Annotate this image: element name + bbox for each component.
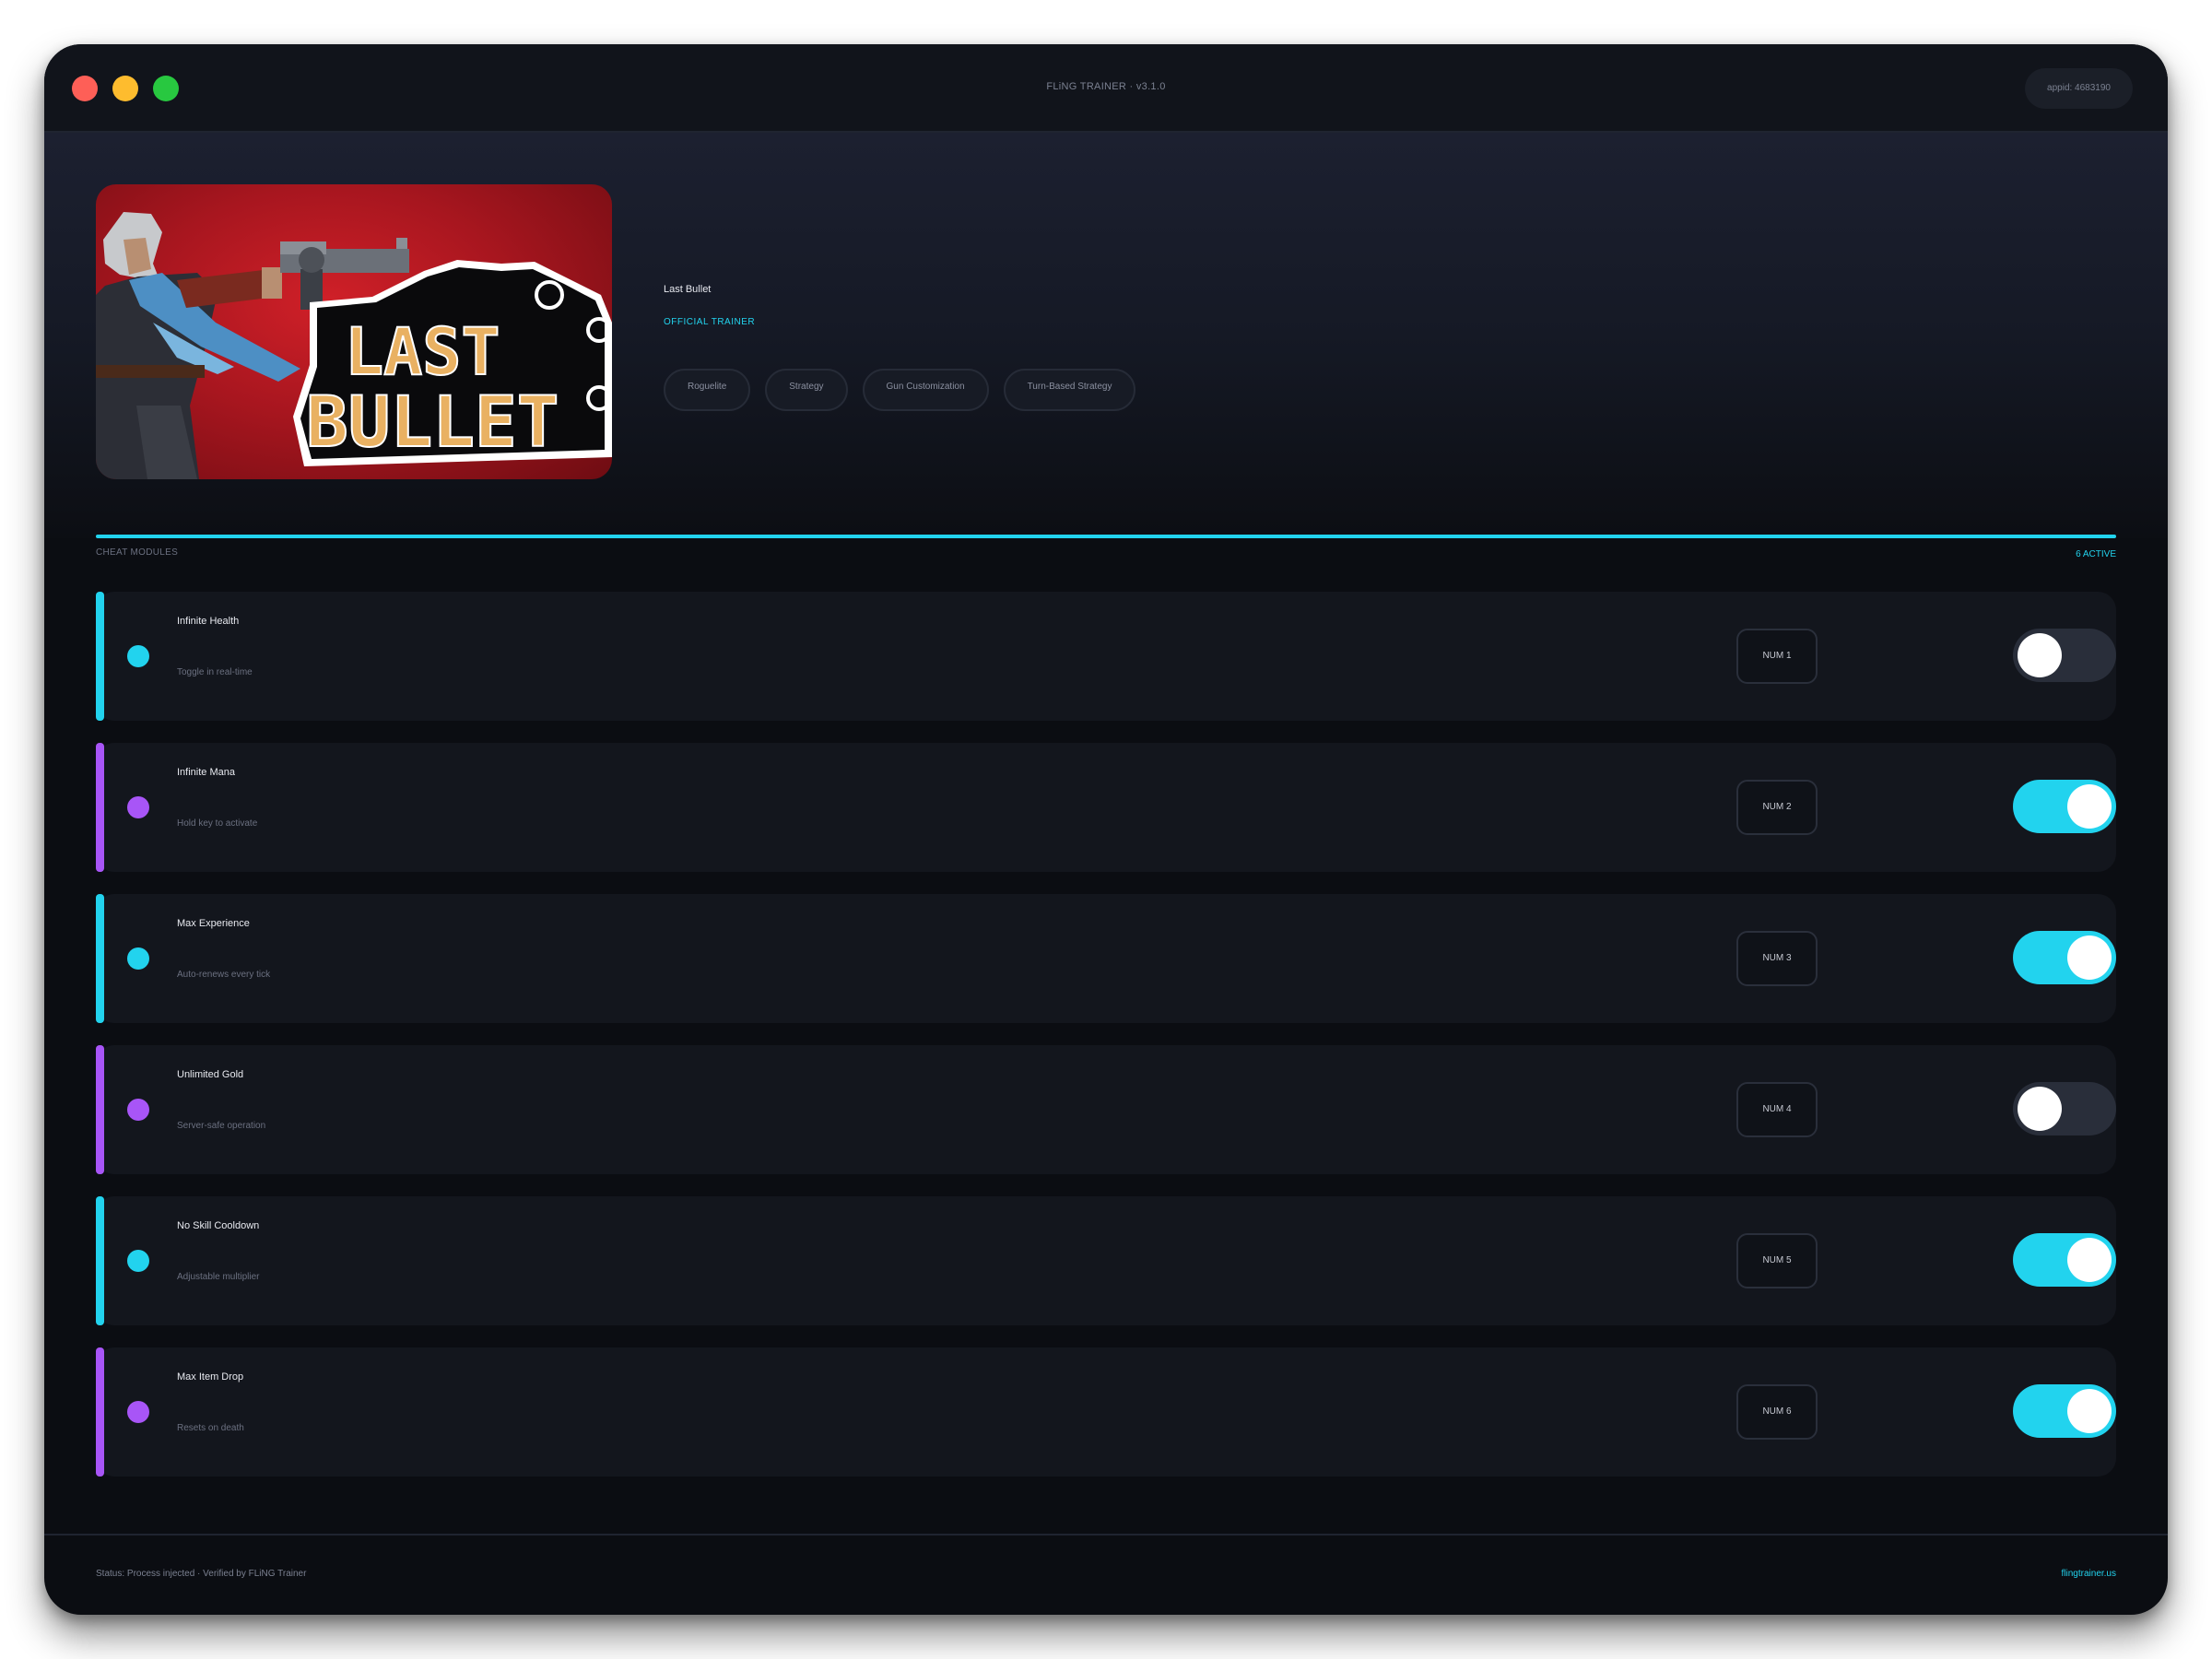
section-title: CHEAT MODULES	[96, 547, 179, 558]
section-divider	[96, 535, 2116, 538]
module-name: Max Item Drop	[177, 1371, 244, 1382]
accent-bar	[96, 1347, 104, 1477]
module-description: Toggle in real-time	[177, 667, 253, 677]
tag-roguelite[interactable]: Roguelite	[664, 369, 751, 411]
status-dot	[127, 1099, 149, 1121]
module-description: Auto-renews every tick	[177, 970, 271, 980]
cover-logo-line1: LAST	[345, 314, 500, 390]
module-toggle[interactable]	[2013, 629, 2116, 682]
hotkey-badge[interactable]: NUM 2	[1736, 780, 1818, 835]
module-row: Infinite Mana Hold key to activate NUM 2	[96, 743, 2116, 872]
status-footer: Status: Process injected · Verified by F…	[44, 1534, 2168, 1615]
cheat-module-list: Infinite Health Toggle in real-time NUM …	[96, 592, 2116, 1499]
module-name: Infinite Health	[177, 616, 240, 627]
module-description: Adjustable multiplier	[177, 1272, 260, 1282]
toggle-knob	[2018, 1087, 2062, 1131]
module-name: Max Experience	[177, 918, 250, 929]
hotkey-badge[interactable]: NUM 3	[1736, 931, 1818, 986]
status-dot	[127, 796, 149, 818]
window-title: FLiNG TRAINER · v3.1.0	[1046, 81, 1166, 92]
active-count: 6 ACTIVE	[2076, 549, 2116, 559]
module-row: Unlimited Gold Server-safe operation NUM…	[96, 1045, 2116, 1174]
hotkey-badge[interactable]: NUM 5	[1736, 1233, 1818, 1288]
tag-strategy[interactable]: Strategy	[765, 369, 848, 411]
module-name: Infinite Mana	[177, 767, 235, 778]
hotkey-badge[interactable]: NUM 1	[1736, 629, 1818, 684]
genre-tags: Roguelite Strategy Gun Customization Tur…	[664, 369, 1136, 411]
appid-badge: appid: 4683190	[2025, 68, 2133, 109]
module-row: Infinite Health Toggle in real-time NUM …	[96, 592, 2116, 721]
game-cover-art: LAST BULLET	[96, 184, 612, 479]
toggle-knob	[2067, 1238, 2112, 1282]
status-text: Status: Process injected · Verified by F…	[96, 1569, 307, 1579]
game-title: Last Bullet	[664, 284, 712, 295]
titlebar: FLiNG TRAINER · v3.1.0 appid: 4683190	[44, 44, 2168, 133]
module-row: Max Item Drop Resets on death NUM 6	[96, 1347, 2116, 1477]
tag-gun-customization[interactable]: Gun Customization	[862, 369, 989, 411]
cover-logo-line2: BULLET	[306, 381, 559, 463]
accent-bar	[96, 743, 104, 872]
module-name: No Skill Cooldown	[177, 1220, 260, 1231]
toggle-knob	[2018, 633, 2062, 677]
status-dot	[127, 1401, 149, 1423]
hotkey-badge[interactable]: NUM 4	[1736, 1082, 1818, 1137]
toggle-knob	[2067, 935, 2112, 980]
accent-bar	[96, 592, 104, 721]
module-name: Unlimited Gold	[177, 1069, 244, 1080]
module-description: Hold key to activate	[177, 818, 258, 829]
tag-turn-based-strategy[interactable]: Turn-Based Strategy	[1003, 369, 1136, 411]
trainer-window: FLiNG TRAINER · v3.1.0 appid: 4683190 LA…	[44, 44, 2168, 1615]
module-row: No Skill Cooldown Adjustable multiplier …	[96, 1196, 2116, 1325]
module-toggle[interactable]	[2013, 1384, 2116, 1438]
module-description: Resets on death	[177, 1423, 244, 1433]
status-dot	[127, 947, 149, 970]
status-dot	[127, 1250, 149, 1272]
module-toggle[interactable]	[2013, 1082, 2116, 1135]
module-toggle[interactable]	[2013, 931, 2116, 984]
module-toggle[interactable]	[2013, 1233, 2116, 1287]
status-dot	[127, 645, 149, 667]
hotkey-badge[interactable]: NUM 6	[1736, 1384, 1818, 1440]
accent-bar	[96, 1045, 104, 1174]
gunslinger-illustration: LAST BULLET	[96, 212, 612, 479]
module-toggle[interactable]	[2013, 780, 2116, 833]
toggle-knob	[2067, 1389, 2112, 1433]
module-row: Max Experience Auto-renews every tick NU…	[96, 894, 2116, 1023]
website-link[interactable]: flingtrainer.us	[2062, 1569, 2116, 1579]
module-description: Server-safe operation	[177, 1121, 266, 1131]
trainer-label: OFFICIAL TRAINER	[664, 317, 756, 327]
game-hero: LAST BULLET Last Bullet OFFICIAL TRAINER…	[44, 133, 2168, 538]
toggle-knob	[2067, 784, 2112, 829]
accent-bar	[96, 894, 104, 1023]
accent-bar	[96, 1196, 104, 1325]
